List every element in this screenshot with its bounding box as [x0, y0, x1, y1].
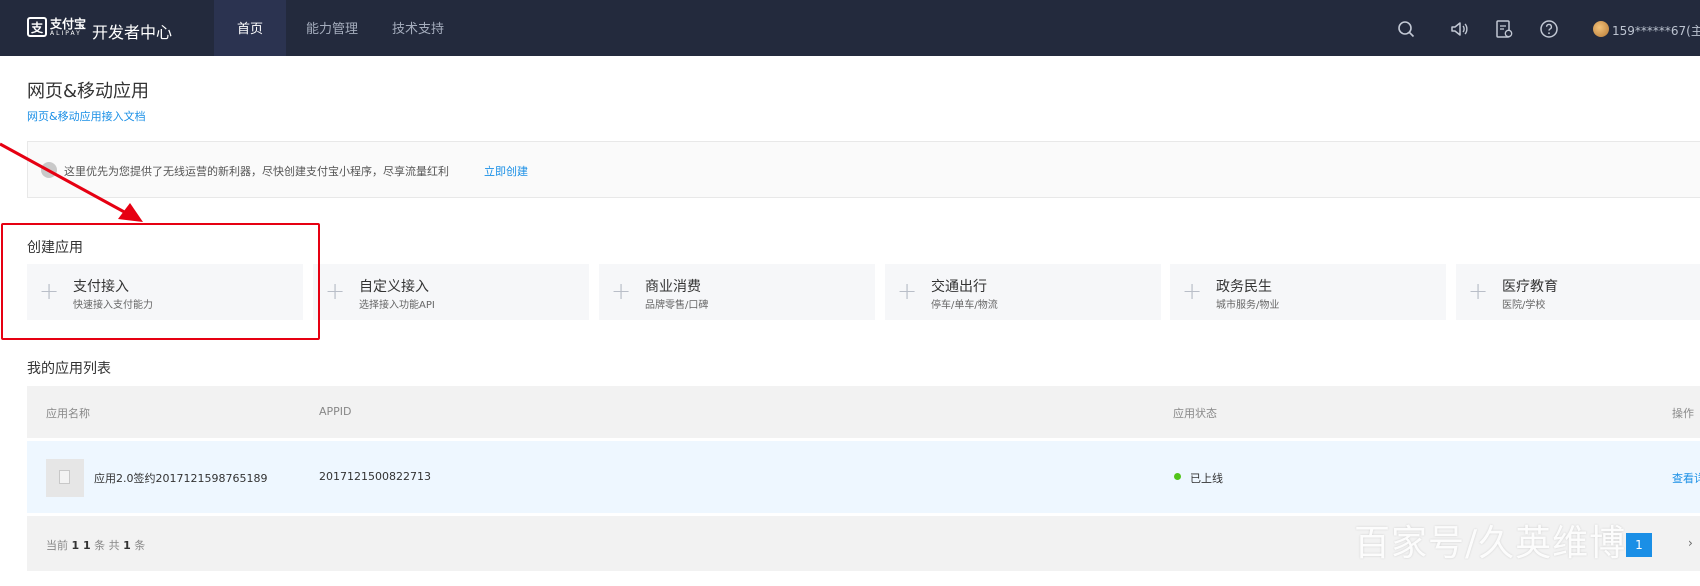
card-custom[interactable]: + 自定义接入 选择接入功能API — [313, 264, 589, 320]
logo-en: ALIPAY — [50, 29, 82, 37]
column-header-appid: APPID — [319, 405, 352, 418]
user-account[interactable]: 159******67(主 — [1612, 22, 1700, 39]
app-id: 2017121500822713 — [319, 470, 431, 483]
column-header-status: 应用状态 — [1173, 407, 1217, 420]
search-icon[interactable] — [1396, 19, 1416, 39]
alipay-logo[interactable]: 支 支付宝 ALIPAY — [27, 17, 86, 37]
plus-icon: + — [611, 277, 632, 305]
column-header-name: 应用名称 — [46, 407, 90, 420]
column-header-action: 操作 — [1672, 407, 1694, 420]
document-icon[interactable] — [1494, 19, 1514, 39]
notice-banner: 这里优先为您提供了无线运营的新利器，尽快创建支付宝小程序，尽享流量红利 立即创建 — [27, 141, 1700, 198]
logo-cn: 支付宝 — [50, 16, 87, 31]
card-subtitle: 城市服务/物业 — [1216, 300, 1280, 311]
card-subtitle: 停车/单车/物流 — [931, 300, 998, 311]
page-title: 网页&移动应用 — [27, 81, 150, 102]
card-subtitle: 品牌零售/口碑 — [645, 300, 709, 311]
tab-capability[interactable]: 能力管理 — [292, 0, 372, 56]
page-button-current[interactable]: 1 — [1626, 533, 1652, 557]
plus-icon: + — [1468, 277, 1489, 305]
watermark: 百家号/久英维博 — [1354, 523, 1627, 564]
card-title: 政务民生 — [1216, 279, 1272, 295]
create-now-link[interactable]: 立即创建 — [484, 163, 528, 179]
tab-home[interactable]: 首页 — [214, 0, 286, 56]
status-badge: 已上线 — [1190, 472, 1223, 485]
card-title: 自定义接入 — [359, 279, 429, 295]
annotation-highlight-box — [1, 223, 320, 340]
next-page-icon[interactable]: › — [1688, 536, 1693, 550]
doc-link[interactable]: 网页&移动应用接入文档 — [27, 108, 146, 124]
app-name[interactable]: 应用2.0签约2017121598765189 — [94, 470, 267, 486]
annotation-arrow-icon — [0, 142, 143, 222]
help-icon[interactable] — [1539, 19, 1559, 39]
card-title: 商业消费 — [645, 279, 701, 295]
status-online-icon — [1174, 473, 1181, 480]
card-transport[interactable]: + 交通出行 停车/单车/物流 — [885, 264, 1161, 320]
card-subtitle: 选择接入功能API — [359, 300, 435, 311]
plus-icon: + — [897, 277, 918, 305]
card-title: 医疗教育 — [1502, 279, 1558, 295]
table-header: 应用名称 APPID 应用状态 操作 — [27, 386, 1700, 438]
pagination-summary: 当前 1 1 条 共 1 条 — [46, 539, 146, 552]
plus-icon: + — [325, 277, 346, 305]
site-title[interactable]: 开发者中心 — [92, 19, 172, 43]
speaker-icon[interactable] — [1449, 19, 1469, 39]
card-subtitle: 医院/学校 — [1502, 300, 1546, 311]
top-nav: 支 支付宝 ALIPAY 开发者中心 首页 能力管理 技术支持 159*****… — [0, 0, 1700, 56]
card-title: 交通出行 — [931, 279, 987, 295]
tab-support[interactable]: 技术支持 — [378, 0, 458, 56]
table-row[interactable]: 应用2.0签约2017121598765189 2017121500822713… — [27, 441, 1700, 513]
alipay-logo-icon: 支 — [27, 17, 47, 37]
card-government[interactable]: + 政务民生 城市服务/物业 — [1170, 264, 1446, 320]
card-commerce[interactable]: + 商业消费 品牌零售/口碑 — [599, 264, 875, 320]
plus-icon: + — [1182, 277, 1203, 305]
app-icon — [46, 459, 84, 497]
avatar[interactable] — [1593, 21, 1609, 37]
card-medical-education[interactable]: + 医疗教育 医院/学校 — [1456, 264, 1700, 320]
app-list-title: 我的应用列表 — [27, 361, 111, 377]
view-details-link[interactable]: 查看详 — [1672, 470, 1700, 486]
